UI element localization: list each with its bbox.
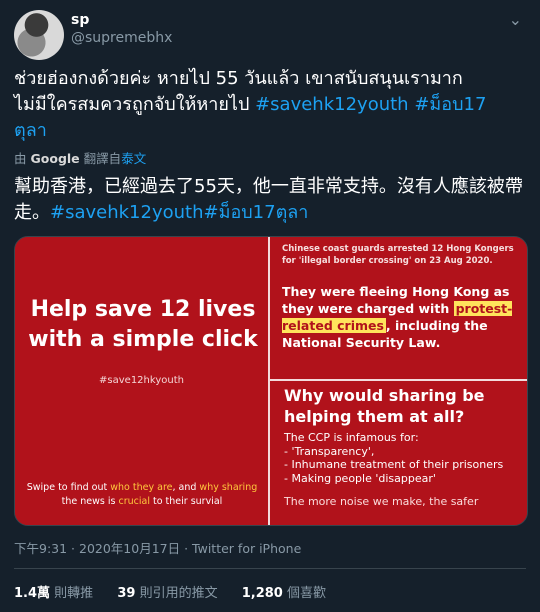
quote-label: 則引用的推文 <box>139 586 218 601</box>
tweet-header: sp @supremebhx ⌄ <box>14 10 526 60</box>
list-intro: The CCP is infamous for: <box>284 431 419 444</box>
list-item: - 'Transparency', <box>284 444 375 458</box>
image-caption-small: Chinese coast guards arrested 12 Hong Ko… <box>282 244 514 266</box>
tweet-text-line2: ไม่มีใครสมควรถูกจับให้หายไป <box>14 94 256 115</box>
swipe-text: , and <box>172 482 200 493</box>
like-count[interactable]: 1,280 個喜歡 <box>242 586 326 601</box>
tweet-source[interactable]: Twitter for iPhone <box>192 541 301 556</box>
translated-text: 幫助香港，已經過去了55天，他一直非常支持。沒有人應該被帶走。#savehk12… <box>14 174 526 226</box>
list: - 'Transparency', - Inhumane treatment o… <box>284 445 520 486</box>
hashtag-link[interactable]: #savehk12youth <box>255 94 409 115</box>
user-handle[interactable]: @supremebhx <box>71 30 172 46</box>
swipe-highlight: why sharing <box>199 482 258 493</box>
google-logo: Google <box>30 151 80 166</box>
tweet-stats: 1.4萬 則轉推 39 則引用的推文 1,280 個喜歡 <box>14 582 346 601</box>
image-more-text: The more noise we make, the safer <box>284 495 479 508</box>
swipe-text: Swipe to find out <box>26 482 111 493</box>
swipe-caption: Swipe to find out who they are, and why … <box>23 481 261 509</box>
translated-from-label: 翻譯自 <box>83 151 122 166</box>
swipe-text: the news is <box>61 496 119 507</box>
retweet-count[interactable]: 1.4萬 則轉推 <box>14 586 93 601</box>
avatar[interactable] <box>14 10 64 60</box>
tweet-text-line1: ช่วยฮ่องกงด้วยค่ะ หายไป 55 วันแล้ว เขาสน… <box>14 68 463 89</box>
like-number: 1,280 <box>241 586 283 601</box>
tweet-date[interactable]: 2020年10月17日 <box>79 541 180 556</box>
media-grid[interactable]: Help save 12 lives with a simple click #… <box>14 236 528 526</box>
divider <box>14 568 526 569</box>
chevron-down-icon[interactable]: ⌄ <box>509 10 522 29</box>
tweet-meta: 下午9:31 · 2020年10月17日 · Twitter for iPhon… <box>14 541 302 556</box>
translated-hashtag-link[interactable]: #savehk12youth#ม็อบ17ตุลา <box>50 202 308 223</box>
translation-attribution: 由 Google 翻譯自泰文 <box>14 148 146 167</box>
list-item: - Inhumane treatment of their prisoners <box>284 458 504 471</box>
list-item: - Making people 'disappear' <box>284 471 436 485</box>
retweet-number: 1.4萬 <box>14 586 51 601</box>
swipe-highlight: crucial <box>118 496 150 507</box>
retweet-label: 則轉推 <box>54 586 94 601</box>
hashtag-link-continued[interactable]: ตุลา <box>14 120 47 141</box>
quote-number: 39 <box>117 586 136 601</box>
image-hashtag: #save12hkyouth <box>99 375 184 386</box>
media-image-3[interactable]: Why would sharing be helping them at all… <box>270 381 527 525</box>
tweet-text: ช่วยฮ่องกงด้วยค่ะ หายไป 55 วันแล้ว เขาสน… <box>14 66 524 144</box>
source-language-link[interactable]: 泰文 <box>121 151 146 166</box>
image-body-text: They were fleeing Hong Kong as they were… <box>282 283 522 351</box>
image-list-text: The CCP is infamous for: - 'Transparency… <box>284 431 520 509</box>
hashtag-link[interactable]: #ม็อบ17 <box>409 94 486 115</box>
media-image-1[interactable]: Help save 12 lives with a simple click #… <box>15 237 268 525</box>
translated-by-label: 由 <box>14 151 27 166</box>
display-name[interactable]: sp <box>71 12 89 28</box>
like-label: 個喜歡 <box>286 586 326 601</box>
swipe-highlight: who they are <box>110 482 173 493</box>
quote-count[interactable]: 39 則引用的推文 <box>117 586 217 601</box>
media-image-2[interactable]: Chinese coast guards arrested 12 Hong Ko… <box>270 237 527 379</box>
image-headline: Help save 12 lives with a simple click <box>28 297 258 352</box>
image-heading: Why would sharing be helping them at all… <box>284 386 485 426</box>
swipe-text: to their survial <box>149 496 223 507</box>
tweet-time[interactable]: 下午9:31 <box>14 541 67 556</box>
